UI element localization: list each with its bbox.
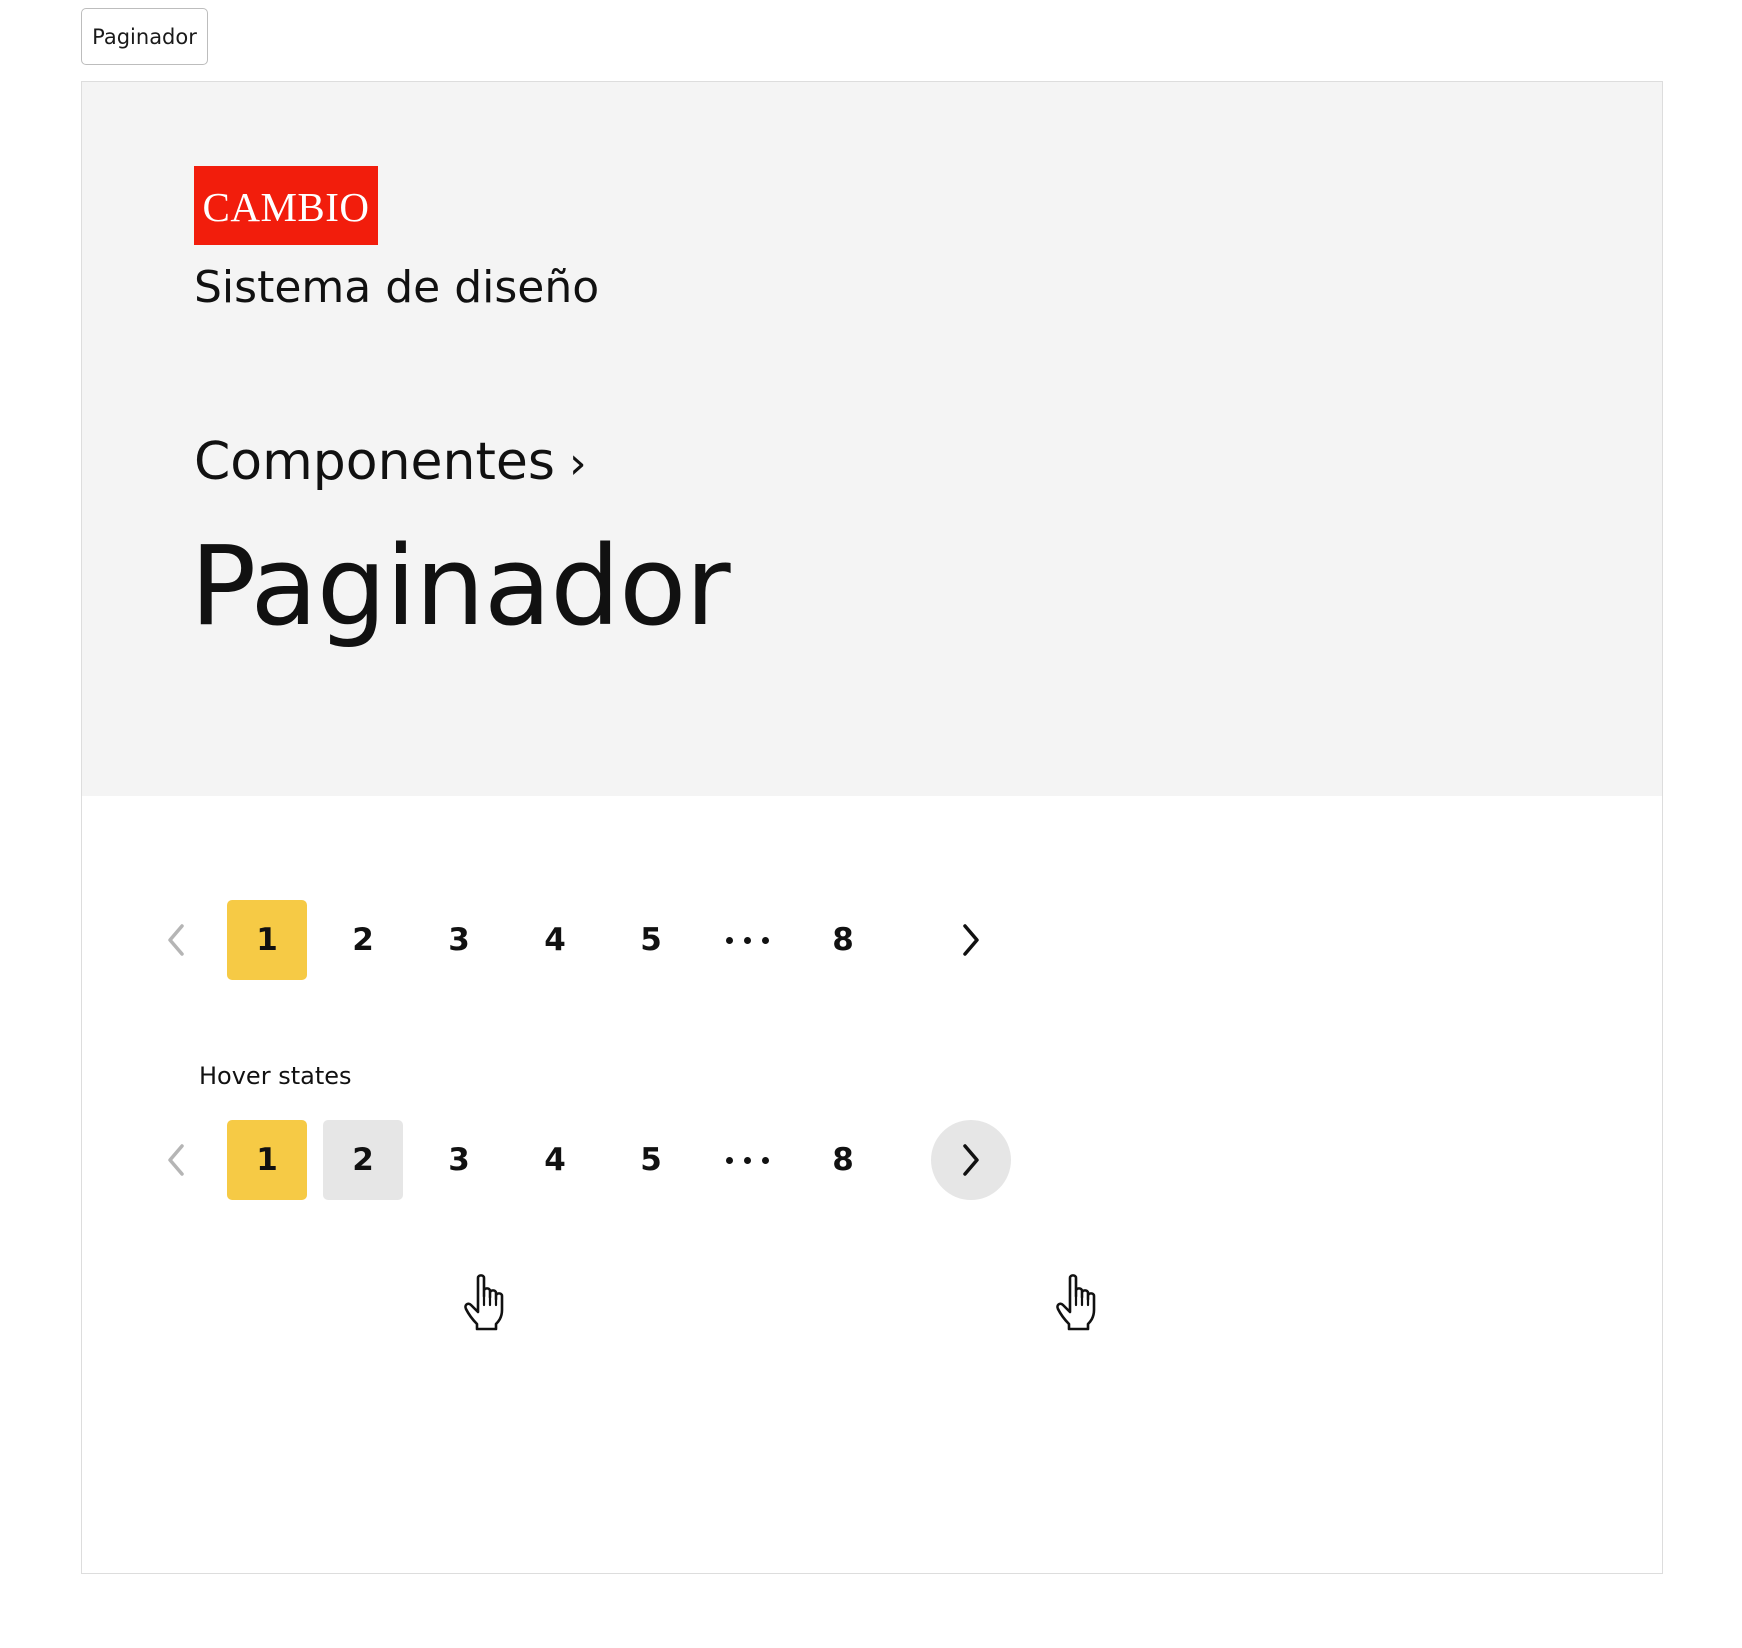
component-tag[interactable]: Paginador (81, 8, 208, 65)
logo-text: CAMBIO (202, 183, 370, 230)
page-button-5[interactable]: 5 (611, 900, 691, 980)
hand-pointer-icon (464, 1274, 504, 1331)
prev-page-button[interactable] (136, 900, 216, 980)
breadcrumb-componentes-link[interactable]: Componentes (194, 432, 555, 492)
ellipsis-dot (743, 936, 751, 944)
page-button-last[interactable]: 8 (803, 1120, 883, 1200)
pagination-ellipsis (707, 1120, 787, 1200)
page-title: Paginador (190, 522, 731, 650)
chevron-right-icon (963, 1144, 979, 1176)
ellipsis-dot (761, 1156, 769, 1164)
page-button-last[interactable]: 8 (803, 900, 883, 980)
chevron-left-icon (168, 924, 184, 956)
ellipsis-dot (725, 1156, 733, 1164)
ellipsis-dot (725, 936, 733, 944)
prev-page-button[interactable] (136, 1120, 216, 1200)
page-button-1-active[interactable]: 1 (227, 900, 307, 980)
page-button-3[interactable]: 3 (419, 1120, 499, 1200)
page-button-3[interactable]: 3 (419, 900, 499, 980)
breadcrumb: Componentes › (194, 432, 587, 492)
design-system-subtitle: Sistema de diseño (194, 262, 600, 313)
next-page-button[interactable] (931, 900, 1011, 980)
hover-states-label: Hover states (199, 1062, 352, 1090)
page-button-4[interactable]: 4 (515, 900, 595, 980)
page-button-1-active[interactable]: 1 (227, 1120, 307, 1200)
cambio-logo[interactable]: CAMBIO (194, 166, 378, 245)
page-button-2[interactable]: 2 (323, 900, 403, 980)
pagination-ellipsis (707, 900, 787, 980)
ellipsis-dot (743, 1156, 751, 1164)
hand-pointer-icon (1056, 1274, 1096, 1331)
paginator-hover-states: 1 2 3 4 5 8 (136, 1120, 1136, 1200)
ellipsis-dot (761, 936, 769, 944)
paginator-default: 1 2 3 4 5 8 (136, 900, 1136, 980)
page-header: CAMBIO Sistema de diseño Componentes › P… (82, 82, 1662, 796)
breadcrumb-separator: › (568, 437, 587, 489)
page-button-5[interactable]: 5 (611, 1120, 691, 1200)
page-button-4[interactable]: 4 (515, 1120, 595, 1200)
next-page-button-hovered[interactable] (931, 1120, 1011, 1200)
documentation-frame: CAMBIO Sistema de diseño Componentes › P… (81, 81, 1663, 1574)
chevron-left-icon (168, 1144, 184, 1176)
chevron-right-icon (963, 924, 979, 956)
page-button-2-hovered[interactable]: 2 (323, 1120, 403, 1200)
